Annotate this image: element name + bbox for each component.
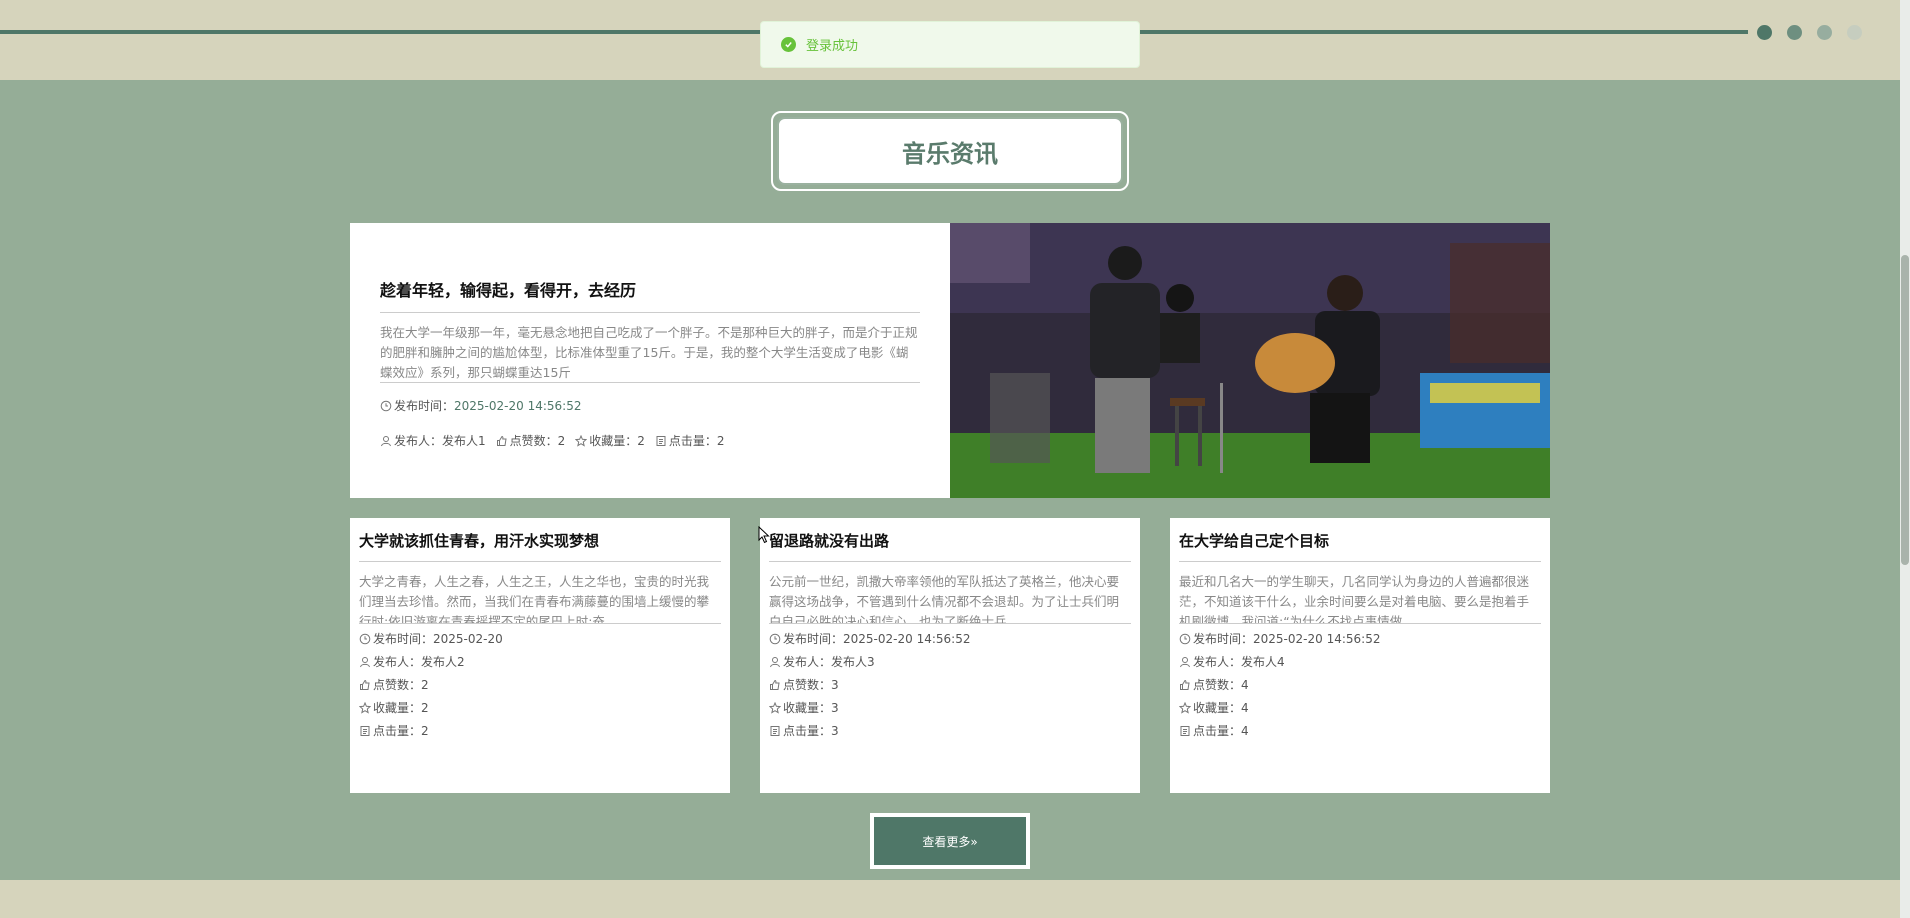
carousel-dot-4[interactable] [1847, 25, 1862, 40]
card-description: 公元前一世纪，凯撒大帝率领他的军队抵达了英格兰，他决心要赢得这场战争，不管遇到什… [769, 572, 1131, 624]
view-more-button[interactable]: 查看更多» [870, 813, 1030, 869]
clicks-text: 点击量：3 [783, 724, 839, 738]
clock-icon [769, 633, 781, 644]
mouse-cursor-icon [758, 526, 770, 544]
clock-icon [1179, 633, 1191, 644]
publish-time-value: 2025-02-20 14:56:52 [1253, 631, 1381, 646]
card-author: 发布人：发布人3 [769, 653, 1131, 670]
author-text: 发布人：发布人1 [394, 434, 486, 448]
author-text: 发布人：发布人4 [1193, 655, 1285, 669]
author-text: 发布人：发布人3 [783, 655, 875, 669]
likes-text: 点赞数：3 [783, 678, 839, 692]
publish-time-value: 2025-02-20 14:56:52 [454, 398, 582, 413]
card-meta: 发布时间： 2025-02-20 发布人：发布人2 点赞数：2 收藏量：2 点击量… [359, 630, 721, 739]
section-title: 音乐资讯 [902, 139, 998, 168]
thumbs-up-icon [360, 679, 370, 690]
carousel-dots [1757, 25, 1862, 40]
concert-photo [950, 223, 1550, 498]
likes-text: 点赞数：4 [1193, 678, 1249, 692]
carousel-dot-1[interactable] [1757, 25, 1772, 40]
thumbs-up-icon [496, 435, 507, 446]
clicks-text: 点击量：2 [373, 724, 429, 738]
clock-icon [380, 400, 392, 411]
toast-message: 登录成功 [806, 39, 859, 54]
user-icon [1180, 656, 1190, 667]
featured-clicks: 点击量：2 [655, 432, 725, 449]
card-title[interactable]: 留退路就没有出路 [769, 530, 1131, 562]
card-publish-time: 发布时间： 2025-02-20 14:56:52 [1179, 630, 1541, 647]
card-clicks: 点击量：2 [359, 722, 721, 739]
publish-time-label: 发布时间： [1193, 632, 1254, 646]
star-icon [1179, 701, 1191, 714]
card-clicks: 点击量：4 [1179, 722, 1541, 739]
user-icon [360, 656, 370, 667]
publish-time-label: 发布时间： [373, 632, 434, 646]
carousel-dot-3[interactable] [1817, 25, 1832, 40]
featured-image[interactable] [950, 223, 1550, 498]
clicks-text: 点击量：2 [668, 434, 725, 448]
success-toast: 登录成功 [760, 21, 1140, 68]
likes-text: 点赞数：2 [373, 678, 429, 692]
star-icon [769, 701, 781, 714]
section-title-box: 音乐资讯 [777, 117, 1123, 185]
news-card-2[interactable]: 留退路就没有出路 公元前一世纪，凯撒大帝率领他的军队抵达了英格兰，他决心要赢得这… [760, 518, 1140, 793]
card-likes: 点赞数：3 [769, 676, 1131, 693]
scrollbar-thumb[interactable] [1901, 255, 1909, 565]
featured-description: 我在大学一年级那一年，毫无悬念地把自己吃成了一个胖子。不是那种巨大的胖子，而是介… [380, 323, 920, 383]
featured-news-card[interactable]: 趁着年轻，输得起，看得开，去经历 我在大学一年级那一年，毫无悬念地把自己吃成了一… [350, 223, 1550, 498]
author-text: 发布人：发布人2 [373, 655, 465, 669]
likes-text: 点赞数：2 [509, 434, 566, 448]
card-description: 大学之青春，人生之春，人生之王，人生之华也，宝贵的时光我们理当去珍惜。然而，当我… [359, 572, 721, 624]
publish-time-label: 发布时间： [783, 632, 844, 646]
favorites-text: 收藏量：4 [1193, 701, 1249, 715]
card-title[interactable]: 在大学给自己定个目标 [1179, 530, 1541, 562]
clicks-text: 点击量：4 [1193, 724, 1249, 738]
document-icon [656, 435, 666, 446]
favorites-text: 收藏量：2 [589, 434, 645, 448]
card-clicks: 点击量：3 [769, 722, 1131, 739]
favorites-text: 收藏量：3 [783, 701, 839, 715]
card-meta: 发布时间： 2025-02-20 14:56:52 发布人：发布人3 点赞数：3 … [769, 630, 1131, 739]
featured-text-column: 趁着年轻，输得起，看得开，去经历 我在大学一年级那一年，毫无悬念地把自己吃成了一… [350, 223, 950, 498]
card-favorites: 收藏量：4 [1179, 699, 1541, 716]
page-scrollbar[interactable] [1900, 0, 1910, 918]
card-likes: 点赞数：2 [359, 676, 721, 693]
featured-title[interactable]: 趁着年轻，输得起，看得开，去经历 [380, 277, 920, 313]
carousel-dot-2[interactable] [1787, 25, 1802, 40]
card-publish-time: 发布时间： 2025-02-20 14:56:52 [769, 630, 1131, 647]
card-likes: 点赞数：4 [1179, 676, 1541, 693]
user-icon [770, 656, 780, 667]
check-circle-icon [781, 37, 796, 52]
thumbs-up-icon [1180, 679, 1190, 690]
card-description: 最近和几名大一的学生聊天，几名同学认为身边的人普遍都很迷茫，不知道该干什么，业余… [1179, 572, 1541, 624]
thumbs-up-icon [770, 679, 780, 690]
featured-stats: 发布人：发布人1 点赞数：2 收藏量：2 点击量：2 [380, 432, 920, 449]
favorites-text: 收藏量：2 [373, 701, 429, 715]
user-icon [381, 435, 391, 446]
star-icon [359, 701, 371, 714]
star-icon [575, 434, 588, 447]
clock-icon [359, 633, 371, 644]
card-publish-time: 发布时间： 2025-02-20 [359, 630, 721, 647]
publish-time-value: 2025-02-20 14:56:52 [843, 631, 971, 646]
card-title[interactable]: 大学就该抓住青春，用汗水实现梦想 [359, 530, 721, 562]
news-card-1[interactable]: 大学就该抓住青春，用汗水实现梦想 大学之青春，人生之春，人生之王，人生之华也，宝… [350, 518, 730, 793]
document-icon [1180, 725, 1190, 736]
featured-publish-time: 发布时间： 2025-02-20 14:56:52 [380, 397, 920, 414]
card-favorites: 收藏量：2 [359, 699, 721, 716]
card-meta: 发布时间： 2025-02-20 14:56:52 发布人：发布人4 点赞数：4 … [1179, 630, 1541, 739]
featured-likes: 点赞数：2 [496, 432, 566, 449]
card-favorites: 收藏量：3 [769, 699, 1131, 716]
footer-band [0, 880, 1900, 918]
featured-favorites: 收藏量：2 [575, 432, 645, 449]
publish-time-value: 2025-02-20 [433, 631, 503, 646]
featured-author: 发布人：发布人1 [380, 432, 486, 449]
document-icon [770, 725, 780, 736]
card-author: 发布人：发布人2 [359, 653, 721, 670]
section-title-frame: 音乐资讯 [771, 111, 1129, 191]
news-card-3[interactable]: 在大学给自己定个目标 最近和几名大一的学生聊天，几名同学认为身边的人普遍都很迷茫… [1170, 518, 1550, 793]
document-icon [360, 725, 370, 736]
card-author: 发布人：发布人4 [1179, 653, 1541, 670]
publish-time-label: 发布时间： [394, 399, 455, 413]
